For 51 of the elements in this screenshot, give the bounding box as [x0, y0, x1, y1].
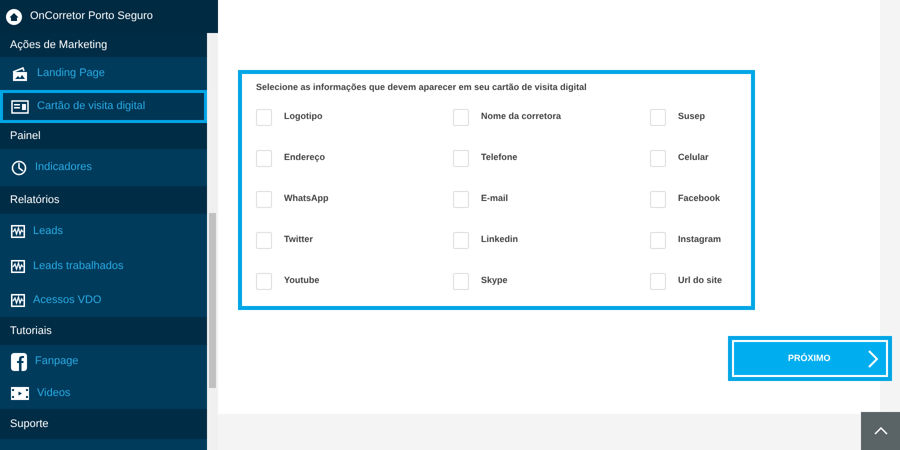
checkbox[interactable] — [256, 272, 272, 290]
chevron-up-icon — [874, 427, 888, 435]
option-label: Celular — [678, 151, 709, 164]
checkbox[interactable] — [256, 108, 272, 126]
home-icon[interactable] — [6, 8, 22, 24]
option-label: Instagram — [678, 233, 722, 246]
film-icon — [11, 387, 29, 400]
checkbox[interactable] — [650, 190, 666, 208]
checkbox[interactable] — [453, 272, 469, 290]
checkbox[interactable] — [453, 190, 469, 208]
checkbox[interactable] — [650, 108, 666, 126]
checkbox[interactable] — [453, 232, 469, 248]
checkbox[interactable] — [453, 108, 469, 126]
option-label: Youtube — [284, 274, 320, 288]
id-card-icon — [11, 100, 29, 114]
chevron-right-icon — [868, 350, 878, 368]
option-label: Url do site — [678, 274, 722, 288]
checkbox[interactable] — [256, 150, 272, 166]
checkbox[interactable] — [650, 150, 666, 166]
section-heading: Painel — [10, 128, 41, 144]
checkbox[interactable] — [650, 232, 666, 248]
option-label: Susep — [678, 110, 706, 124]
option-label: E-mail — [481, 192, 508, 206]
facebook-icon — [11, 352, 27, 370]
option-label: Twitter — [284, 233, 313, 246]
section-heading: Relatórios — [10, 192, 60, 208]
section-heading: Suporte — [10, 416, 49, 432]
checkbox[interactable] — [650, 272, 666, 290]
sidebar-item[interactable]: Cartão de visita digital — [0, 90, 207, 123]
option-label: Facebook — [678, 192, 720, 206]
app-title: OnCorretor Porto Seguro — [30, 9, 153, 24]
form-prompt: Selecione as informações que devem aparecer em seu cartão de visita digital — [256, 81, 588, 94]
section-heading: Tutoriais — [10, 324, 52, 339]
option-label: WhatsApp — [284, 192, 328, 206]
section-heading: Ações de Marketing — [10, 38, 108, 53]
checkbox[interactable] — [256, 232, 272, 248]
scroll-to-top-button[interactable] — [861, 412, 900, 450]
checkbox[interactable] — [256, 190, 272, 208]
option-label: Nome da corretora — [481, 110, 562, 124]
picture-frame-icon — [11, 66, 29, 82]
option-label: Logotipo — [284, 110, 322, 124]
line-chart-icon — [11, 260, 25, 272]
line-chart-icon — [11, 225, 25, 238]
option-label: Linkedin — [481, 233, 518, 246]
scrollbar[interactable] — [207, 33, 218, 450]
line-chart-icon — [11, 294, 25, 306]
checkbox[interactable] — [453, 150, 469, 166]
next-button[interactable]: PRÓXIMO — [734, 342, 886, 375]
option-label: Skype — [481, 274, 508, 288]
option-label: Endereço — [284, 151, 326, 164]
option-label: Telefone — [481, 151, 518, 164]
